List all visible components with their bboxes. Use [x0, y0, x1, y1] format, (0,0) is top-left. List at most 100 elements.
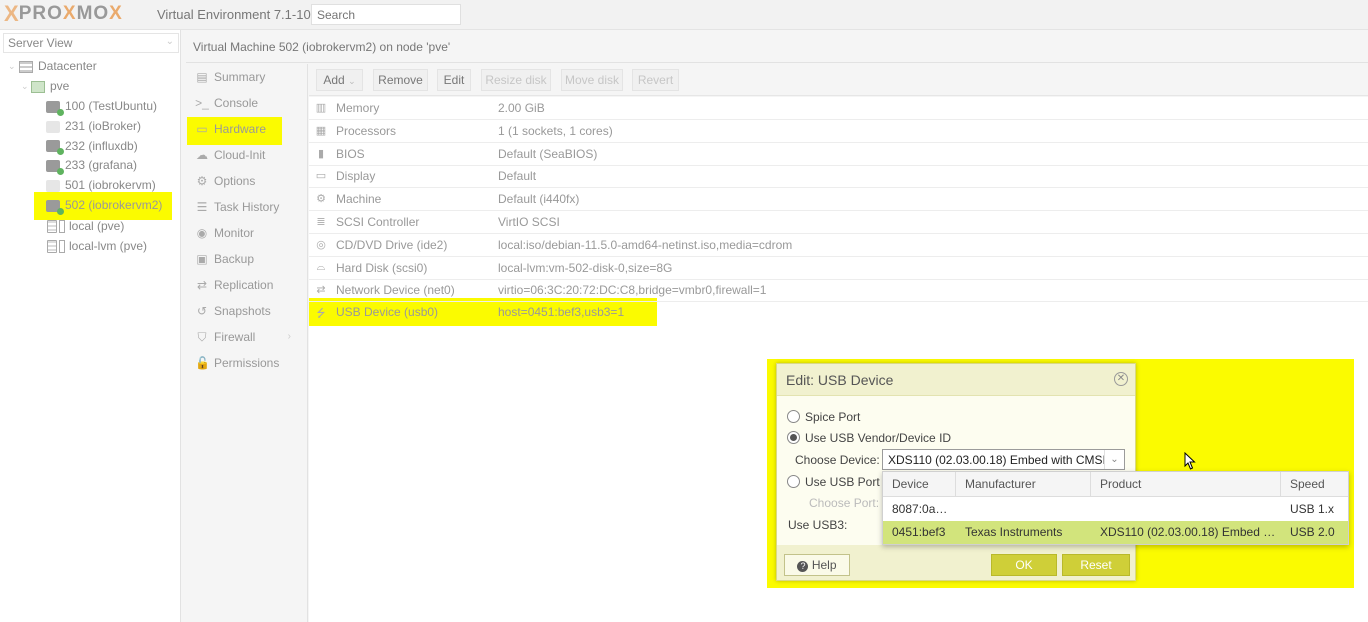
nav-item-summary[interactable]: ▤ Summary — [186, 64, 307, 90]
vm-icon — [46, 140, 64, 156]
tree-item-guest[interactable]: 502 (iobrokervm2) — [46, 196, 162, 215]
picker-header: Device Manufacturer Product Speed — [883, 472, 1348, 497]
nav-item-hardware[interactable]: ▭ Hardware — [186, 116, 307, 142]
hardware-name: Processors — [336, 123, 397, 138]
nav-item-label: Backup — [214, 252, 255, 266]
resize-disk-button[interactable]: Resize disk — [481, 69, 551, 91]
logo-x-mark: X — [4, 1, 19, 26]
vm-icon — [46, 100, 64, 116]
nav-item-monitor[interactable]: ◉ Monitor — [186, 220, 307, 246]
tree-item-guest[interactable]: 100 (TestUbuntu) — [46, 97, 157, 116]
add-button[interactable]: Add ⌄ — [316, 69, 363, 91]
terminal-icon: >_ — [195, 96, 209, 110]
usb-port-radio[interactable] — [787, 475, 800, 488]
hardware-row[interactable]: ▦ Processors 1 (1 sockets, 1 cores) — [309, 120, 1368, 143]
move-disk-button[interactable]: Move disk — [561, 69, 623, 91]
choose-device-combo[interactable]: XDS110 (02.03.00.18) Embed with CMSI ⌄ — [882, 449, 1125, 470]
hardware-value: host=0451:bef3,usb3=1 — [498, 305, 625, 319]
hardware-row[interactable]: ◎ CD/DVD Drive (ide2) local:iso/debian-11.… — [309, 234, 1368, 257]
hardware-row[interactable]: ▮ BIOS Default (SeaBIOS) — [309, 143, 1368, 166]
hardware-row[interactable]: ⚙ Machine Default (i440fx) — [309, 188, 1368, 212]
picker-cell-product — [1091, 498, 1281, 521]
nav-item-permissions[interactable]: 🔓 Permissions — [186, 350, 307, 376]
tree-item-guest[interactable]: 231 (ioBroker) — [46, 117, 141, 136]
tree-item-storage[interactable]: local (pve) — [47, 217, 124, 236]
nav-item-replication[interactable]: ⇄ Replication — [186, 272, 307, 298]
picker-row[interactable]: 0451:bef3 Texas Instruments XDS110 (02.03.… — [883, 521, 1348, 544]
help-button[interactable]: ? Help — [784, 554, 850, 576]
exchange-icon: ⇄ — [316, 284, 326, 297]
hardware-row[interactable]: ≣ SCSI Controller VirtIO SCSI — [309, 211, 1368, 234]
reset-button[interactable]: Reset — [1062, 554, 1130, 576]
picker-cell-product: XDS110 (02.03.00.18) Embed … — [1100, 525, 1276, 539]
nav-item-console[interactable]: >_ Console — [186, 90, 307, 116]
eye-icon: ◉ — [196, 226, 208, 240]
dialog-footer: ? Help OK Reset — [777, 546, 1135, 581]
hardware-name: USB Device (usb0) — [336, 305, 439, 319]
nav-item-options[interactable]: ⚙ Options — [186, 168, 307, 194]
nav-item-backup[interactable]: ▣ Backup — [186, 246, 307, 272]
nav-item-firewall[interactable]: ⛉ Firewall › — [186, 324, 307, 350]
tree-item-label: 501 (iobrokervm) — [65, 178, 156, 193]
tree-item-label: Datacenter — [38, 59, 97, 73]
picker-column-header[interactable]: Speed — [1281, 472, 1348, 497]
collapse-icon[interactable]: ⌄ — [8, 57, 16, 76]
tree-item-label: local (pve) — [69, 219, 125, 233]
tree-item-node[interactable]: ⌄ pve — [21, 77, 69, 96]
tree-item-datacenter[interactable]: ⌄ Datacenter — [8, 57, 97, 76]
mouse-cursor-icon — [1184, 452, 1196, 470]
picker-cell-speed: USB 1.x — [1290, 502, 1335, 516]
nav-item-label: Snapshots — [214, 304, 271, 318]
close-icon[interactable]: ✕ — [1114, 372, 1128, 386]
usb-port-label: Use USB Port — [805, 475, 880, 489]
nav-item-cloud-init[interactable]: ☁ Cloud-Init — [186, 142, 307, 168]
hardware-name: Network Device (net0) — [336, 283, 455, 298]
cloud-icon: ☁ — [196, 148, 208, 162]
nav-item-label: Monitor — [214, 226, 255, 240]
ok-button[interactable]: OK — [991, 554, 1057, 576]
server-icon — [31, 80, 45, 93]
tree-item-guest[interactable]: 501 (iobrokervm) — [46, 176, 156, 195]
harddisk-icon: ⌓ — [316, 260, 326, 273]
spice-port-radio[interactable] — [787, 410, 800, 423]
usb-device-picker: Device Manufacturer Product Speed 8087:0a… U… — [882, 471, 1349, 545]
desktop-icon: ▭ — [196, 122, 208, 136]
view-selector[interactable]: Server View ⌄ — [3, 33, 179, 53]
picker-row[interactable]: 8087:0a… USB 1.x — [883, 498, 1348, 521]
picker-column-header[interactable]: Product — [1091, 472, 1281, 497]
tree-item-storage[interactable]: local-lvm (pve) — [47, 237, 147, 256]
logo-wordmark: PROXMOX — [18, 3, 123, 24]
nav-item-snapshots[interactable]: ↺ Snapshots — [186, 298, 307, 324]
tree-item-guest[interactable]: 233 (grafana) — [46, 156, 137, 176]
search-input[interactable] — [311, 4, 461, 25]
nav-item-task-history[interactable]: ☰ Task History — [186, 194, 307, 220]
hardware-row[interactable]: ⇄ Network Device (net0) virtio=06:3C:20:72… — [309, 279, 1368, 303]
nav-item-label: Task History — [214, 200, 280, 214]
hardware-value: 2.00 GiB — [498, 101, 545, 115]
proxmox-logo[interactable]: X PROXMOX — [4, 3, 123, 25]
database-icon — [47, 220, 57, 234]
picker-column-header[interactable]: Device — [883, 472, 956, 497]
chevron-down-icon[interactable]: ⌄ — [1104, 450, 1124, 469]
tree-item-guest[interactable]: 232 (influxdb) — [46, 137, 138, 156]
choose-device-label: Choose Device: — [795, 453, 880, 467]
vm-icon — [46, 199, 64, 215]
hardware-row[interactable]: ⭍ USB Device (usb0) host=0451:bef3,usb3=1 — [309, 301, 1368, 324]
hardware-value: virtio=06:3C:20:72:DC:C8,bridge=vmbr0,fi… — [498, 283, 767, 298]
hardware-row[interactable]: ⌓ Hard Disk (scsi0) local-lvm:vm-502-disk-… — [309, 257, 1368, 280]
remove-button[interactable]: Remove — [373, 69, 428, 91]
page-title: Virtual Machine 502 (iobrokervm2) on nod… — [193, 40, 451, 54]
hardware-row[interactable]: ▥ Memory 2.00 GiB — [309, 97, 1368, 120]
nav-item-label: Hardware — [214, 122, 267, 136]
revert-button[interactable]: Revert — [632, 69, 679, 91]
spice-port-label: Spice Port — [805, 410, 861, 424]
edit-button[interactable]: Edit — [437, 69, 471, 91]
hardware-value: 1 (1 sockets, 1 cores) — [498, 123, 613, 138]
picker-column-header[interactable]: Manufacturer — [956, 472, 1091, 497]
vendor-id-radio[interactable] — [787, 431, 800, 444]
hardware-row[interactable]: ▭ Display Default — [309, 165, 1368, 189]
picker-cell-device: 0451:bef3 — [892, 525, 946, 539]
use-usb3-label: Use USB3: — [788, 518, 848, 532]
collapse-icon[interactable]: ⌄ — [21, 77, 29, 96]
cogs-icon: ⚙ — [316, 193, 326, 206]
